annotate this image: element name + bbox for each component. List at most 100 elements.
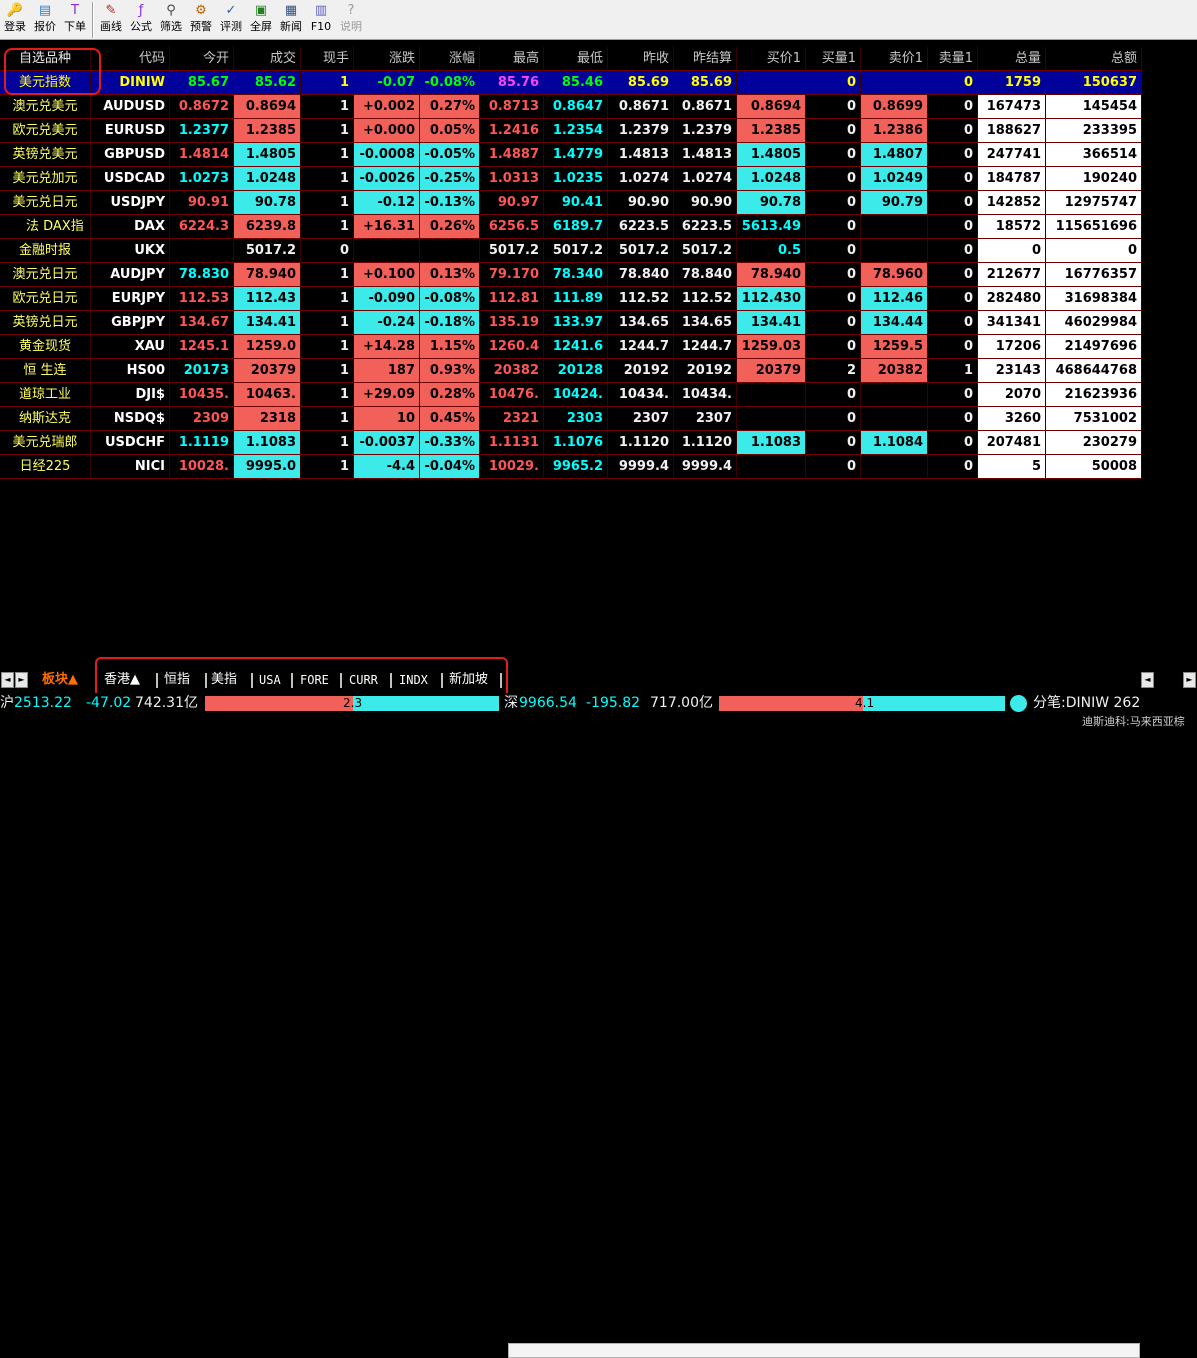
cell-change: -0.12 (354, 191, 420, 215)
column-header-prev-close[interactable]: 昨收 (608, 47, 674, 71)
column-header-name[interactable]: 自选品种 (0, 47, 91, 71)
column-header-bid[interactable]: 买价1 (737, 47, 806, 71)
toolbar: 🔑 登录 ▤ 报价 T 下单 ✎ 画线 ƒ 公式 ⚲ 筛选 ⚙ 预警 ✓ 评测 ▣ 全屏 ▦ 新闻 ▥ F10? 说明 (0, 0, 1197, 40)
column-header-code[interactable]: 代码 (91, 47, 170, 71)
tab-scroll-right-button[interactable]: ► (15, 672, 28, 688)
cell-prev-close: 20192 (608, 359, 674, 383)
column-header-prev-settle[interactable]: 昨结算 (674, 47, 737, 71)
column-header-amount[interactable]: 总额 (1046, 47, 1142, 71)
cell-last: 10463. (234, 383, 301, 407)
cell-high: 20382 (480, 359, 544, 383)
formula-icon: ƒ (138, 3, 144, 18)
tab-4[interactable]: USA (255, 670, 285, 690)
cell-prev-close: 78.840 (608, 263, 674, 287)
column-header-high[interactable]: 最高 (480, 47, 544, 71)
cell-ask-vol: 0 (928, 431, 978, 455)
tab-8[interactable]: 新加坡 (445, 670, 492, 690)
tab-scroll-left-button[interactable]: ◄ (1, 672, 14, 688)
cell-open: 10028. (170, 455, 234, 479)
cell-pct: -0.25% (420, 167, 480, 191)
column-header-ask[interactable]: 卖价1 (861, 47, 928, 71)
toolbar-button-order[interactable]: T 下单 (60, 0, 90, 40)
column-header-open[interactable]: 今开 (170, 47, 234, 71)
toolbar-button-help: ? 说明 (336, 0, 366, 40)
cell-open: 90.91 (170, 191, 234, 215)
column-header-last[interactable]: 成交 (234, 47, 301, 71)
toolbar-button-evaluate[interactable]: ✓ 评测 (216, 0, 246, 40)
toolbar-button-draw-line[interactable]: ✎ 画线 (96, 0, 126, 40)
cell-ask-vol: 0 (928, 455, 978, 479)
cell-low: 1.4779 (544, 143, 608, 167)
sz-change: -195.82 (586, 695, 641, 711)
connection-status-icon[interactable] (1010, 695, 1027, 712)
cell-vol-now: 1 (301, 143, 354, 167)
cell-prev-close: 0.8671 (608, 95, 674, 119)
tab-5[interactable]: FORE (296, 670, 333, 690)
column-header-total-vol[interactable]: 总量 (978, 47, 1046, 71)
cell-bid-vol: 0 (806, 287, 861, 311)
cell-prev-settle: 9999.4 (674, 455, 737, 479)
cell-bid-vol: 0 (806, 263, 861, 287)
cell-ask-vol: 0 (928, 311, 978, 335)
cell-prev-close: 1.1120 (608, 431, 674, 455)
cell-last: 90.78 (234, 191, 301, 215)
cell-open: 1.4814 (170, 143, 234, 167)
toolbar-button-formula[interactable]: ƒ 公式 (126, 0, 156, 40)
cell-vol-now: 1 (301, 431, 354, 455)
cell-high: 85.76 (480, 71, 544, 95)
cell-change: -4.4 (354, 455, 420, 479)
cell-high: 79.170 (480, 263, 544, 287)
cell-total-vol: 207481 (978, 431, 1046, 455)
cell-low: 90.41 (544, 191, 608, 215)
cell-name: 法 DAX指 (0, 215, 91, 239)
toolbar-label: F10 (310, 20, 332, 33)
column-header-pct[interactable]: 涨幅 (420, 47, 480, 71)
cell-ask-vol: 0 (928, 383, 978, 407)
tab-3[interactable]: 美指 (207, 670, 241, 690)
column-header-bid-vol[interactable]: 买量1 (806, 47, 861, 71)
tab-1[interactable]: 香港▲ (100, 670, 144, 690)
horizontal-scrollbar[interactable] (508, 1343, 1140, 1358)
cell-prev-close: 6223.5 (608, 215, 674, 239)
tab-separator (340, 673, 342, 688)
toolbar-label: 新闻 (280, 20, 302, 33)
cell-prev-close: 9999.4 (608, 455, 674, 479)
cell-bid: 112.430 (737, 287, 806, 311)
toolbar-button-alert[interactable]: ⚙ 预警 (186, 0, 216, 40)
cell-bid-vol: 0 (806, 215, 861, 239)
tick-info: 分笔:DINIW 262 (1033, 695, 1141, 711)
cell-vol-now: 1 (301, 119, 354, 143)
column-header-ask-vol[interactable]: 卖量1 (928, 47, 978, 71)
column-header-low[interactable]: 最低 (544, 47, 608, 71)
tab-7[interactable]: INDX (395, 670, 432, 690)
cell-total-vol: 167473 (978, 95, 1046, 119)
cell-name: 英镑兑日元 (0, 311, 91, 335)
cell-high: 135.19 (480, 311, 544, 335)
toolbar-button-news[interactable]: ▦ 新闻 (276, 0, 306, 40)
cell-change: -0.0026 (354, 167, 420, 191)
hscroll-left-button[interactable]: ◄ (1141, 672, 1154, 688)
cell-pct: -0.18% (420, 311, 480, 335)
column-header-change[interactable]: 涨跌 (354, 47, 420, 71)
cell-bid-vol: 0 (806, 71, 861, 95)
toolbar-button-f10[interactable]: ▥ F10 (306, 0, 336, 40)
tab-0[interactable]: 板块▲ (38, 670, 82, 690)
cell-total-vol: 247741 (978, 143, 1046, 167)
hscroll-right-button[interactable]: ► (1183, 672, 1196, 688)
tab-6[interactable]: CURR (345, 670, 382, 690)
toolbar-button-filter[interactable]: ⚲ 筛选 (156, 0, 186, 40)
cell-last: 85.62 (234, 71, 301, 95)
cell-change: +0.000 (354, 119, 420, 143)
cell-name: 黄金现货 (0, 335, 91, 359)
tab-2[interactable]: 恒指 (160, 670, 194, 690)
toolbar-button-login[interactable]: 🔑 登录 (0, 0, 30, 40)
cell-last: 134.41 (234, 311, 301, 335)
cell-bid-vol: 0 (806, 455, 861, 479)
cell-high: 1.1131 (480, 431, 544, 455)
cell-bid-vol: 0 (806, 431, 861, 455)
cell-prev-settle: 90.90 (674, 191, 737, 215)
toolbar-button-fullscreen[interactable]: ▣ 全屏 (246, 0, 276, 40)
column-header-vol-now[interactable]: 现手 (301, 47, 354, 71)
cell-last: 20379 (234, 359, 301, 383)
toolbar-button-quote[interactable]: ▤ 报价 (30, 0, 60, 40)
